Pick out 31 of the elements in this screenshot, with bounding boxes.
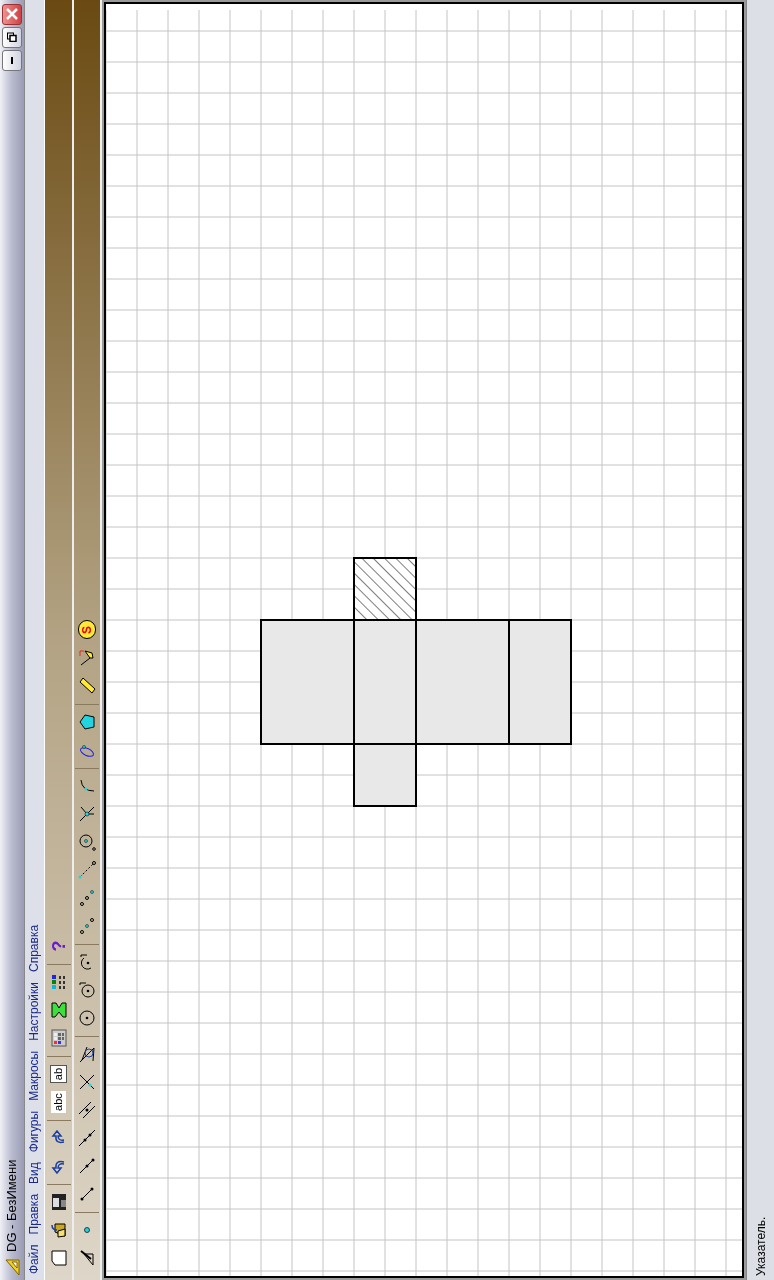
text-tool-icon[interactable]: abc [51, 1091, 67, 1113]
menu-item[interactable]: Вид [25, 1162, 44, 1184]
restore-icon [6, 32, 17, 43]
triangle-ruler-icon [3, 1258, 20, 1276]
status-text: Указатель. [752, 1216, 769, 1276]
text-field-tool-icon[interactable]: ab [50, 1064, 68, 1084]
angle-icon[interactable] [77, 1044, 98, 1064]
close-icon [5, 8, 18, 21]
menu-item[interactable]: Макросы [25, 1050, 44, 1101]
circle-icon[interactable] [77, 980, 98, 1000]
restore-button[interactable] [1, 27, 22, 48]
close-button[interactable] [1, 4, 22, 25]
menu-item[interactable]: Справка [25, 924, 44, 972]
ruler-icon[interactable] [77, 676, 98, 696]
parallel-lines-icon[interactable] [77, 1100, 98, 1120]
segment-icon[interactable] [77, 860, 98, 880]
table-icon[interactable] [48, 1028, 69, 1048]
line-icon[interactable] [77, 1128, 98, 1148]
menu-item[interactable]: Фигуры [25, 1110, 44, 1153]
circle-icon[interactable] [77, 832, 98, 852]
circle-icon[interactable] [77, 1008, 98, 1028]
area-icon[interactable]: S [78, 620, 97, 640]
menu-item[interactable]: Настройки [25, 981, 44, 1041]
help-icon[interactable]: ? [49, 940, 68, 952]
pentagon-icon[interactable] [77, 712, 98, 732]
window-title: DG - БезИмени [3, 1159, 21, 1252]
folder-icon[interactable] [48, 1220, 69, 1240]
menu-item[interactable]: Правка [25, 1193, 44, 1235]
minimize-button[interactable] [1, 50, 22, 71]
menu-item[interactable]: Файл [25, 1244, 44, 1274]
page-icon[interactable] [48, 1248, 69, 1268]
